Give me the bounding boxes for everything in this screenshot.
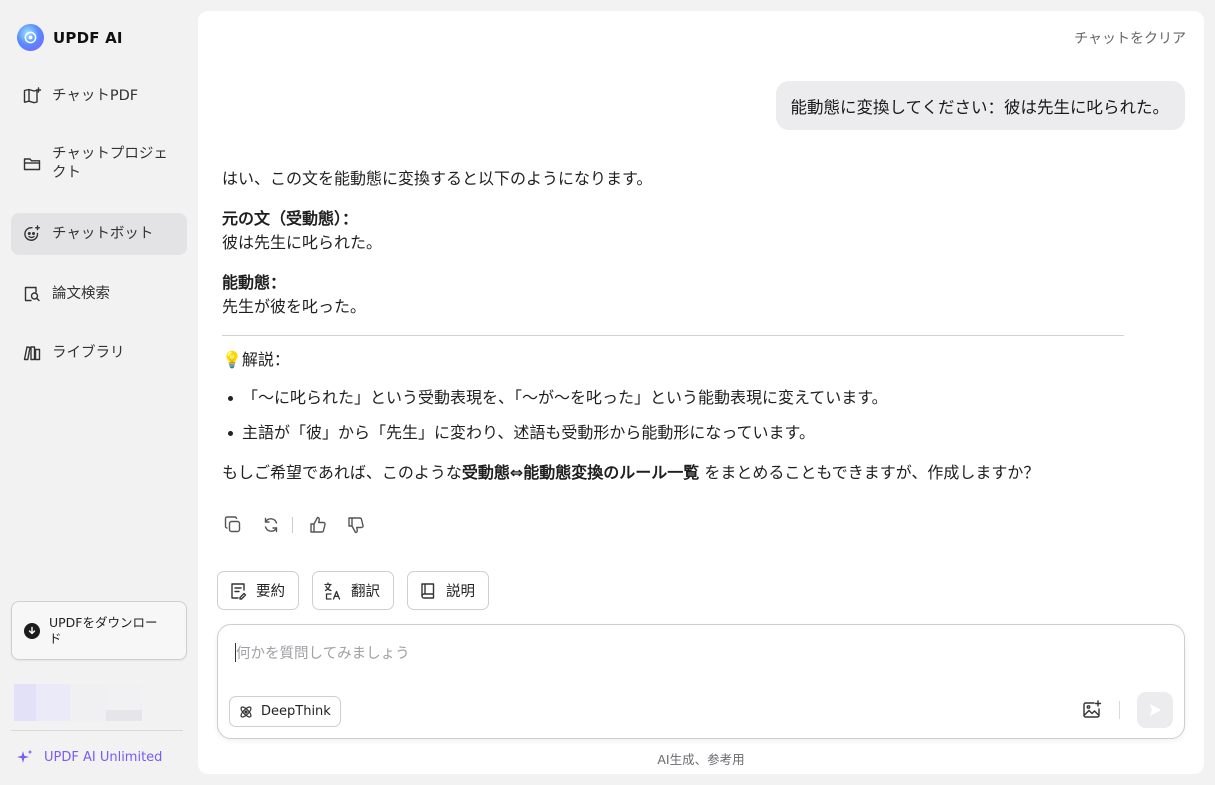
message-actions xyxy=(222,514,383,536)
image-upload-icon[interactable] xyxy=(1080,698,1104,722)
explain-label: 説明 xyxy=(446,584,475,600)
list-item-text: 主語が「彼」から「先生」に変わり、述語も受動形から能動形になっています。 xyxy=(242,423,815,442)
summarize-icon xyxy=(228,581,248,601)
chat-input-placeholder[interactable]: 何かを質問してみましょう xyxy=(236,642,410,663)
translate-icon xyxy=(323,581,343,601)
sidebar-item-chat-project[interactable]: チャットプロジェクト xyxy=(11,142,187,186)
original-text: 彼は先生に叱られた。 xyxy=(222,233,383,252)
sidebar-item-paper-search[interactable]: 論文検索 xyxy=(11,273,187,315)
send-button[interactable] xyxy=(1137,692,1173,728)
original-heading: 元の文（受動態）： xyxy=(222,209,359,228)
sidebar-divider xyxy=(11,730,183,731)
bot-icon xyxy=(22,224,42,244)
download-label: UPDFをダウンロード xyxy=(49,614,158,646)
download-updf-button[interactable]: UPDFをダウンロード xyxy=(11,601,187,660)
closing-text: もしご希望であれば、このような xyxy=(222,463,462,482)
ai-disclaimer: AI生成、参考用 xyxy=(657,752,745,767)
closing-text-end: をまとめることもできますが、作成しますか？ xyxy=(699,463,1040,482)
explain-button[interactable]: 説明 xyxy=(407,571,489,610)
answer-closing: もしご希望であれば、このような受動態⇔能動態変換のルール一覧 をまとめることもで… xyxy=(222,461,1122,485)
thumbs-up-icon[interactable] xyxy=(307,514,329,536)
deepthink-label: DeepThink xyxy=(261,704,331,719)
avatar[interactable] xyxy=(14,684,142,721)
closing-bold-text: 受動態⇔能動態変換のルール一覧 xyxy=(461,463,700,482)
original-sentence-block: 元の文（受動態）： 彼は先生に叱られた。 xyxy=(222,207,1122,255)
send-icon xyxy=(1150,704,1161,716)
answer-intro: はい、この文を能動態に変換すると以下のようになります。 xyxy=(222,169,653,188)
answer-divider xyxy=(222,335,1124,336)
sparkle-icon xyxy=(16,748,34,766)
list-item-text: 「〜に叱られた」という受動表現を、「〜が〜を叱った」という能動表現に変えています… xyxy=(242,388,888,407)
clear-chat-button[interactable]: チャットをクリア xyxy=(1074,28,1186,48)
lightbulb-icon: 💡 xyxy=(222,350,242,369)
sidebar-item-label: チャットPDF xyxy=(52,87,139,104)
sidebar: UPDF AI チャットPDF チャットプロジェクト チャットボット 論文検索 … xyxy=(0,0,198,785)
summarize-button[interactable]: 要約 xyxy=(217,571,299,610)
explain-heading-row: 💡解説： xyxy=(222,348,1122,372)
translate-label: 翻訳 xyxy=(351,584,380,600)
quick-actions: 要約 翻訳 説明 xyxy=(217,571,502,610)
download-icon xyxy=(24,622,40,639)
library-icon xyxy=(22,343,42,363)
atom-icon xyxy=(238,704,254,720)
chat-panel: チャットをクリア 能動態に変換してください：彼は先生に叱られた。 はい、この文を… xyxy=(198,11,1204,774)
sidebar-item-label: 論文検索 xyxy=(52,285,110,302)
sidebar-item-library[interactable]: ライブラリ xyxy=(11,332,187,374)
paper-search-icon xyxy=(22,284,42,304)
assistant-message: はい、この文を能動態に変換すると以下のようになります。 元の文（受動態）： 彼は… xyxy=(222,167,1124,485)
sidebar-item-chat-pdf[interactable]: チャットPDF xyxy=(11,75,187,117)
summarize-label: 要約 xyxy=(256,584,285,600)
chat-input-box[interactable]: 何かを質問してみましょう DeepThink xyxy=(217,624,1185,739)
sidebar-item-label: チャットプロジェクト xyxy=(52,146,168,181)
thumbs-down-icon[interactable] xyxy=(345,514,367,536)
copy-icon[interactable] xyxy=(222,514,244,536)
brand[interactable]: UPDF AI xyxy=(17,24,123,51)
translate-button[interactable]: 翻訳 xyxy=(312,571,394,610)
user-message-text: 能動態に変換してください：彼は先生に叱られた。 xyxy=(790,97,1169,117)
brand-name: UPDF AI xyxy=(53,28,123,47)
active-sentence-block: 能動態： 先生が彼を叱った。 xyxy=(222,271,1122,319)
sidebar-item-chatbot[interactable]: チャットボット xyxy=(11,213,187,255)
unlimited-label: UPDF AI Unlimited xyxy=(44,749,163,765)
explain-heading: 解説： xyxy=(241,350,290,369)
active-text: 先生が彼を叱った。 xyxy=(222,297,367,316)
list-item: 「〜に叱られた」という受動表現を、「〜が〜を叱った」という能動表現に変えています… xyxy=(222,386,1122,410)
actions-divider xyxy=(292,517,293,533)
sidebar-item-label: チャットボット xyxy=(52,225,154,242)
unlimited-link[interactable]: UPDF AI Unlimited xyxy=(16,748,162,766)
sidebar-item-label: ライブラリ xyxy=(52,344,125,361)
deepthink-toggle[interactable]: DeepThink xyxy=(229,696,341,727)
list-item: 主語が「彼」から「先生」に変わり、述語も受動形から能動形になっています。 xyxy=(222,421,1122,445)
input-divider xyxy=(1119,701,1120,719)
explanation-list: 「〜に叱られた」という受動表現を、「〜が〜を叱った」という能動表現に変えています… xyxy=(222,386,1122,445)
chat-pdf-icon xyxy=(22,86,42,106)
regenerate-icon[interactable] xyxy=(260,514,282,536)
active-heading: 能動態： xyxy=(222,273,287,292)
updf-logo-icon xyxy=(17,24,44,51)
user-message: 能動態に変換してください：彼は先生に叱られた。 xyxy=(776,81,1185,130)
folder-icon xyxy=(22,154,42,174)
book-icon xyxy=(418,581,438,601)
